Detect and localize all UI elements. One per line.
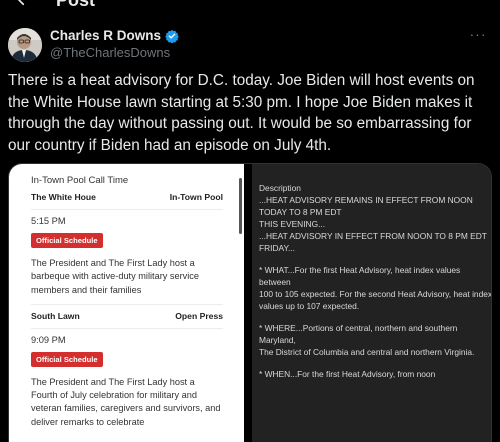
user-handle[interactable]: @TheCharlesDowns [50, 45, 170, 60]
scrollbar [239, 178, 242, 234]
event-location: The White Houe [31, 192, 96, 202]
event-coverage: Open Press [175, 310, 223, 321]
schedule-screenshot: In-Town Pool Call Time The White Houe In… [9, 164, 244, 442]
event-description: The President and The First Lady host a … [31, 376, 221, 427]
event-description: The President and The First Lady host a … [31, 258, 199, 295]
avatar[interactable] [8, 28, 42, 62]
advisory-heading: Description [259, 183, 301, 193]
event-header: South Lawn Open Press [31, 311, 223, 321]
display-name[interactable]: Charles R Downs [50, 28, 161, 43]
post-text: There is a heat advisory for D.C. today.… [8, 72, 475, 154]
back-arrow-icon[interactable] [14, 0, 34, 10]
schedule-title: In-Town Pool Call Time [31, 175, 129, 186]
advisory-paragraph: * WHERE...Portions of central, northern … [259, 323, 475, 357]
divider [31, 209, 223, 210]
event-time: 9:09 PM [31, 334, 66, 345]
verified-badge-icon [165, 29, 179, 43]
divider [31, 303, 223, 305]
post-media[interactable]: In-Town Pool Call Time The White Houe In… [8, 163, 492, 442]
event-location: South Lawn [31, 310, 80, 321]
display-name-row: Charles R Downs [50, 28, 179, 43]
post-author: Charles R Downs @TheCharlesDowns ··· [8, 26, 492, 66]
more-options-button[interactable]: ··· [466, 26, 490, 46]
page-title: Post [56, 0, 96, 10]
advisory-paragraph: * WHAT...For the first Heat Advisory, he… [259, 265, 492, 311]
advisory-paragraph: * WHEN...For the first Heat Advisory, fr… [259, 369, 436, 379]
event-coverage: In-Town Pool [169, 192, 223, 202]
advisory-paragraph: ...HEAT ADVISORY REMAINS IN EFFECT FROM … [259, 195, 487, 253]
top-bar: Post [0, 0, 500, 14]
advisory-screenshot: Description ...HEAT ADVISORY REMAINS IN … [252, 164, 492, 442]
event-header: The White Houe In-Town Pool [31, 192, 223, 202]
divider [31, 327, 223, 329]
event-time: 5:15 PM [31, 216, 66, 226]
status-badge: Official Schedule [31, 233, 103, 248]
status-badge: Official Schedule [31, 351, 103, 367]
